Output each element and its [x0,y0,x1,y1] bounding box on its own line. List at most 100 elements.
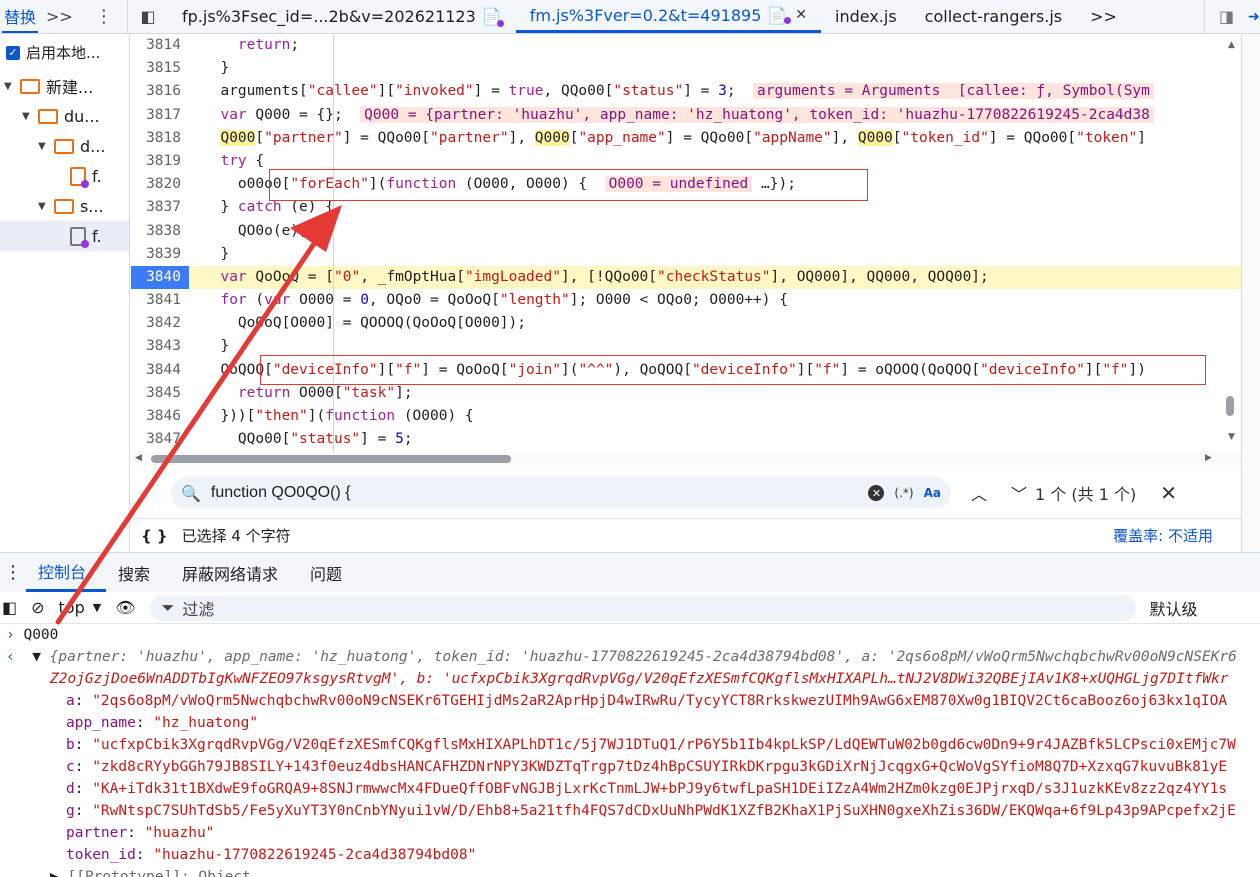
code-line[interactable]: 3814 return; [131,34,1241,57]
clear-search-icon[interactable]: ✕ [868,485,885,501]
code-line-paused[interactable]: 3840 var QoOoQ = ["0", _fmOptHua["imgLoa… [131,265,1241,290]
code-line[interactable]: 3838 QO0o(e); [131,220,1241,243]
line-number[interactable]: 3838 [131,220,189,243]
scroll-down-icon[interactable]: ▼ [1228,432,1235,442]
resume-icon[interactable]: ➜ [1248,0,1260,33]
line-number[interactable]: 3841 [131,289,189,312]
toggle-debugger-icon[interactable]: ◨ [1204,0,1248,33]
tab-replace[interactable]: 替换 [2,0,39,33]
log-levels-dropdown[interactable]: 默认级 [1150,596,1198,620]
search-value[interactable]: function QO0QO() { [211,484,859,502]
code-line[interactable]: 3839 } [131,243,1241,266]
tab-index-js[interactable]: index.js [821,0,911,33]
live-expression-eye-icon[interactable]: 👁 [115,598,135,617]
line-number[interactable]: 3847 [131,428,189,451]
code-line[interactable]: 3816 arguments["callee"]["invoked"] = tr… [131,80,1241,103]
code-line[interactable]: 3845 return O000["task"]; [131,382,1241,405]
tree-item-d[interactable]: ▼ d... [0,131,129,161]
line-number[interactable]: 3845 [131,382,189,405]
code-line[interactable]: 3815 } [131,57,1241,80]
code-line[interactable]: 3817 var Q000 = {}; Q000 = {partner: 'hu… [131,104,1241,127]
more-tabs-button[interactable]: >> [46,7,73,26]
drawer-menu-icon[interactable]: ⋮ [0,562,26,583]
scroll-up-icon[interactable]: ▲ [1228,40,1235,50]
line-number[interactable]: 3843 [131,335,189,358]
caret-down-icon[interactable]: ▼ [38,201,48,212]
coverage-link[interactable]: 覆盖率: 不适用 [1113,525,1213,546]
object-property[interactable]: token_id: "huazhu-1770822619245-2ca4d387… [0,844,1260,866]
code-line[interactable]: 3818 Q000["partner"] = QQo00["partner"],… [131,127,1241,150]
line-number[interactable]: 3837 [131,196,189,219]
sidebar-toggle-icon[interactable]: ◧ [2,598,17,617]
clear-console-icon[interactable]: ⊘ [31,598,44,617]
tree-item-f-file[interactable]: f. [0,161,129,191]
line-number[interactable]: 3819 [131,150,189,173]
vertical-scrollbar[interactable] [1226,396,1234,416]
regex-toggle[interactable]: (.*) [894,486,913,500]
horizontal-scrollbar[interactable]: ◀ ▶ [131,452,1241,466]
previous-match-icon[interactable]: ︿ [971,481,987,505]
close-search-icon[interactable]: ✕ [1160,481,1177,505]
line-number[interactable]: 3846 [131,405,189,428]
toggle-navigator-icon[interactable]: ◧ [128,0,168,33]
collapse-caret-icon[interactable]: ▼ [32,649,41,665]
object-summary-cont[interactable]: Z2ojGzjDoe6WnADDTbIgKwNFZEO97ksgysRtvgM'… [50,671,1229,687]
object-property[interactable]: g: "RwNtspC7SUhTdSb5/Fe5yXuYT3Y0nCnbYNyu… [0,800,1260,822]
line-number[interactable]: 3839 [131,243,189,266]
caret-down-icon[interactable]: ▼ [22,111,32,122]
object-property[interactable]: app_name: "hz_huatong" [0,712,1260,734]
checkbox-checked-icon[interactable]: ✓ [6,45,20,60]
pretty-print-button[interactable]: { } [141,527,168,545]
line-number[interactable]: 3817 [131,104,189,127]
console-input[interactable]: Q000 [23,627,58,643]
breakpoint-line-number[interactable]: 3840 [131,265,189,290]
line-number[interactable]: 3844 [131,359,189,382]
scroll-right-icon[interactable]: ▶ [1205,453,1212,463]
code-editor[interactable]: 3814 return; 3815 } 3816 arguments["call… [131,34,1241,452]
line-number[interactable]: 3842 [131,312,189,335]
caret-down-icon[interactable]: ▼ [4,81,14,92]
kebab-menu-icon[interactable]: ⋮ [95,6,113,27]
code-line[interactable]: 3847 QQo00["status"] = 5; [131,428,1241,451]
caret-down-icon[interactable]: ▼ [38,141,48,152]
line-number[interactable]: 3820 [131,173,189,196]
object-prototype[interactable]: ▶ [[Prototype]]: Object [0,866,1260,877]
next-match-icon[interactable]: ﹀ [1011,481,1027,505]
console-result-line[interactable]: Z2ojGzjDoe6WnADDTbIgKwNFZEO97ksgysRtvgM'… [0,668,1260,690]
console-output[interactable]: › Q000 ‹ ▼ {partner: 'huazhu', app_name:… [0,624,1260,877]
console-input-line[interactable]: › Q000 [0,624,1260,646]
code-line[interactable]: 3846 }))["then"](function (O000) { [131,405,1241,428]
code-line[interactable]: 3841 for (var O000 = 0, OQo0 = QoOoQ["le… [131,289,1241,312]
context-selector[interactable]: top ▼ [59,598,102,617]
line-number[interactable]: 3816 [131,80,189,103]
object-property[interactable]: b: "ucfxpCbik3XgrqdRvpVGg/V20qEfzXESmfCQ… [0,734,1260,756]
tab-console[interactable]: 控制台 [26,553,107,592]
tab-collect-rangers-js[interactable]: collect-rangers.js [911,0,1076,33]
scroll-left-icon[interactable]: ◀ [135,453,142,463]
line-number[interactable]: 3814 [131,34,189,57]
close-tab-icon[interactable]: ✕ [795,7,807,23]
expand-caret-icon[interactable]: ▶ [50,869,59,877]
object-property[interactable]: d: "KA+iTdk31t1BXdwE9foGRQA9+8SNJrmwwcMx… [0,778,1260,800]
tab-fp-js[interactable]: fp.js%3Fsec_id=...2b&v=202621123 📄 [168,0,516,33]
case-sensitive-toggle[interactable]: Aa [924,486,941,500]
object-summary[interactable]: {partner: 'huazhu', app_name: 'hz_huaton… [50,649,1237,665]
tab-network-blocking[interactable]: 屏蔽网络请求 [170,553,298,592]
line-number[interactable]: 3815 [131,57,189,80]
tree-item-f-file-selected[interactable]: f. [0,221,129,251]
tree-item-du[interactable]: ▼ du... [0,101,129,131]
line-number[interactable]: 3818 [131,127,189,150]
object-property[interactable]: a: "2qs6o8pM/vWoQrm5NwchqbchwRv00oN9cNSE… [0,690,1260,712]
scrollbar-thumb[interactable] [151,455,511,463]
tab-search[interactable]: 搜索 [106,553,170,592]
search-input[interactable]: 🔍 function QO0QO() { ✕ (.*) Aa [171,477,951,509]
object-property[interactable]: partner: "huazhu" [0,822,1260,844]
enable-local-overrides[interactable]: ✓ 启用本地... [0,34,129,71]
tree-item-new-folder[interactable]: ▼ 新建... [0,71,129,101]
tab-issues[interactable]: 问题 [298,553,362,592]
code-line[interactable]: 3842 QoOoQ[O000] = QOOOQ(QoOoQ[O000]); [131,312,1241,335]
filter-input[interactable]: ⏷ 过滤 [149,594,1136,621]
tab-fm-js[interactable]: fm.js%3Fver=0.2&t=491895 📄 ✕ [515,0,822,33]
tree-item-s[interactable]: ▼ s... [0,191,129,221]
console-result-line[interactable]: ‹ ▼ {partner: 'huazhu', app_name: 'hz_hu… [0,646,1260,668]
